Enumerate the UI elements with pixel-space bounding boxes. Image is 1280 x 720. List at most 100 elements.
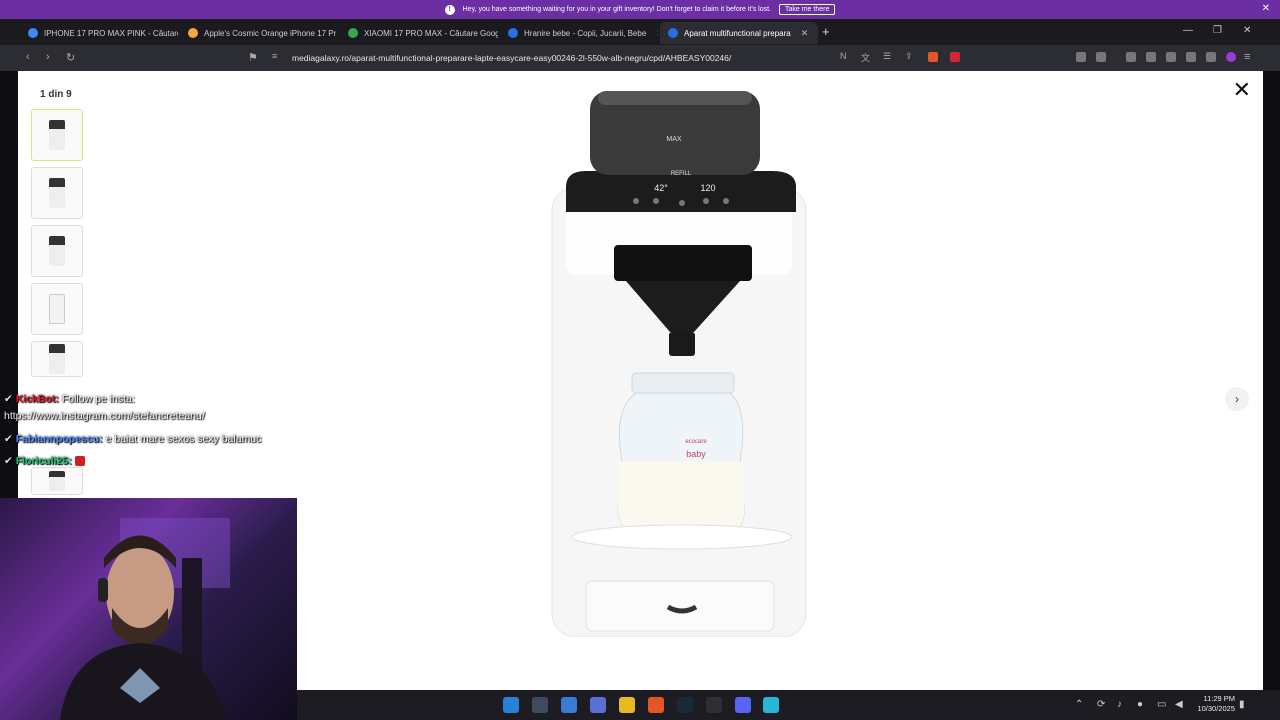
speaker-icon[interactable]: ◀ [1175, 699, 1183, 710]
gift-icon: ! [444, 4, 455, 15]
crown-icon: ✔ [4, 455, 16, 467]
tab-label: Apple's Cosmic Orange iPhone 17 Pr [204, 28, 337, 38]
display-temp: 42° [654, 183, 668, 193]
translate-icon[interactable]: 文 [861, 51, 870, 64]
window-close-icon[interactable]: ✕ [1243, 25, 1251, 36]
tab-close-icon[interactable]: ✕ [656, 28, 658, 39]
task-view-icon[interactable] [532, 697, 548, 713]
brave-shield-icon[interactable] [928, 52, 938, 62]
thumbnail-image [49, 120, 65, 150]
chat-username: Fabiannpopescu: [15, 433, 103, 445]
file-explorer-icon[interactable] [619, 697, 635, 713]
tab-hranire-bebe[interactable]: Hranire bebe - Copii, Jucarii, Bebe ✕ [500, 22, 658, 44]
browser-toolbar: ‹ › ↻ ⚑ ≡ mediagalaxy.ro/aparat-multifun… [0, 45, 1280, 71]
gallery-thumbnail[interactable] [31, 467, 83, 495]
discord-icon[interactable] [735, 697, 751, 713]
reload-icon[interactable]: ↻ [66, 51, 75, 64]
sidebar-icon[interactable] [1146, 52, 1156, 62]
clock-time: 11:29 PM [1203, 694, 1235, 703]
steam-icon[interactable] [677, 697, 693, 713]
bookmark-icon[interactable]: ⚑ [248, 51, 258, 64]
volume-icon[interactable]: ♪ [1117, 699, 1122, 710]
profile-icon[interactable] [1226, 52, 1236, 62]
gallery-thumbnail[interactable] [31, 341, 83, 377]
next-image-arrow-icon[interactable]: › [1225, 387, 1249, 411]
address-bar[interactable]: mediagalaxy.ro/aparat-multifunctional-pr… [292, 53, 731, 63]
chevron-up-icon[interactable]: ⌃ [1075, 699, 1083, 710]
emote-icon [74, 456, 85, 467]
leo-icon[interactable] [1186, 52, 1196, 62]
chat-text: e baiat mare sexos sexy balamuc [105, 433, 262, 445]
widgets-icon[interactable] [590, 697, 606, 713]
sync-icon[interactable]: ⟳ [1097, 699, 1105, 710]
screen: ! Hey, you have something waiting for yo… [0, 0, 1280, 720]
tab-label: Aparat multifunctional prepara [684, 28, 791, 38]
mediagalaxy-favicon-icon [668, 28, 678, 38]
reader-off-icon[interactable]: N [840, 51, 847, 61]
chat-link: https://www.instagram.com/stefancreteanu… [4, 410, 205, 422]
notification-text: Hey, you have something waiting for you … [462, 6, 771, 13]
wallet-icon[interactable] [1166, 52, 1176, 62]
chat-message: ✔ Floriculi25: [4, 455, 85, 467]
tab-close-icon[interactable]: ✕ [801, 28, 809, 39]
vpn-icon[interactable] [1206, 52, 1216, 62]
maximize-icon[interactable]: ❐ [1213, 25, 1222, 36]
google-favicon-icon [348, 28, 358, 38]
tab-strip: IPHONE 17 PRO MAX PINK - Căutare Apple's… [0, 19, 1280, 45]
bottle-brand-label: ecocare [685, 439, 707, 445]
site-settings-icon[interactable]: ≡ [272, 51, 277, 61]
tab-cosmic-orange[interactable]: Apple's Cosmic Orange iPhone 17 Pr [180, 22, 338, 44]
tab-xiaomi[interactable]: XIAOMI 17 PRO MAX - Căutare Goog [340, 22, 498, 44]
notification-close-icon[interactable]: ✕ [1262, 3, 1270, 14]
chat-message: https://www.instagram.com/stefancreteanu… [4, 410, 205, 422]
thumbnail-image [49, 236, 65, 266]
gift-notification-bar: ! Hey, you have something waiting for yo… [0, 0, 1280, 19]
tab-label: XIAOMI 17 PRO MAX - Căutare Goog [364, 28, 498, 38]
gallery-close-icon[interactable]: ✕ [1233, 77, 1251, 103]
gallery-counter: 1 din 9 [40, 89, 72, 100]
extensions-icon[interactable] [1076, 52, 1086, 62]
thumbnail-image [49, 178, 65, 208]
screenshot-icon[interactable] [1096, 52, 1106, 62]
start-icon[interactable] [503, 697, 519, 713]
network-icon[interactable]: ▭ [1157, 699, 1166, 710]
mediagalaxy-favicon-icon [508, 28, 518, 38]
gallery-thumbnail[interactable] [31, 109, 83, 161]
chat-text: Follow pe insta: [61, 393, 135, 405]
tank-refill-label: REFILL [671, 171, 692, 177]
take-me-there-button[interactable]: Take me there [779, 4, 836, 15]
clock-date: 10/30/2025 [1197, 704, 1235, 713]
gallery-thumbnail[interactable] [31, 283, 83, 335]
tank-max-label: MAX [666, 136, 682, 143]
tab-label: IPHONE 17 PRO MAX PINK - Căutare [44, 28, 178, 38]
microphone-icon[interactable]: ● [1137, 699, 1143, 710]
bottle-text: baby [686, 449, 706, 459]
webcam-feed [0, 498, 297, 720]
badge-icon: ✔ [4, 433, 16, 445]
tab-iphone-pink[interactable]: IPHONE 17 PRO MAX PINK - Căutare [20, 22, 178, 44]
share-icon[interactable]: ⇪ [905, 51, 913, 62]
chat-username: KickBot: [15, 393, 59, 405]
reader-icon[interactable]: ☰ [883, 51, 891, 62]
brave-rewards-icon[interactable] [950, 52, 960, 62]
menu-icon[interactable]: ≡ [1244, 51, 1250, 63]
music-icon[interactable] [1126, 52, 1136, 62]
forward-icon[interactable]: › [46, 51, 50, 63]
new-tab-icon[interactable]: + [822, 24, 830, 39]
app-icon[interactable] [763, 697, 779, 713]
gallery-thumbnail[interactable] [31, 167, 83, 219]
tab-aparat-active[interactable]: Aparat multifunctional prepara ✕ [660, 22, 818, 44]
google-favicon-icon [28, 28, 38, 38]
thumbnail-image [49, 294, 65, 324]
minimize-icon[interactable]: — [1183, 25, 1193, 36]
notifications-icon[interactable]: ▮ [1239, 699, 1245, 710]
back-icon[interactable]: ‹ [26, 51, 30, 63]
app-icon[interactable] [706, 697, 722, 713]
verified-icon: ✔ [4, 393, 16, 405]
chat-message: ✔ KickBot: Follow pe insta: [4, 393, 135, 405]
brave-browser-icon[interactable] [648, 697, 664, 713]
gallery-thumbnail[interactable] [31, 225, 83, 277]
taskbar-clock[interactable]: 11:29 PM 10/30/2025 [1193, 694, 1235, 714]
copilot-icon[interactable] [561, 697, 577, 713]
display-volume: 120 [700, 183, 715, 193]
